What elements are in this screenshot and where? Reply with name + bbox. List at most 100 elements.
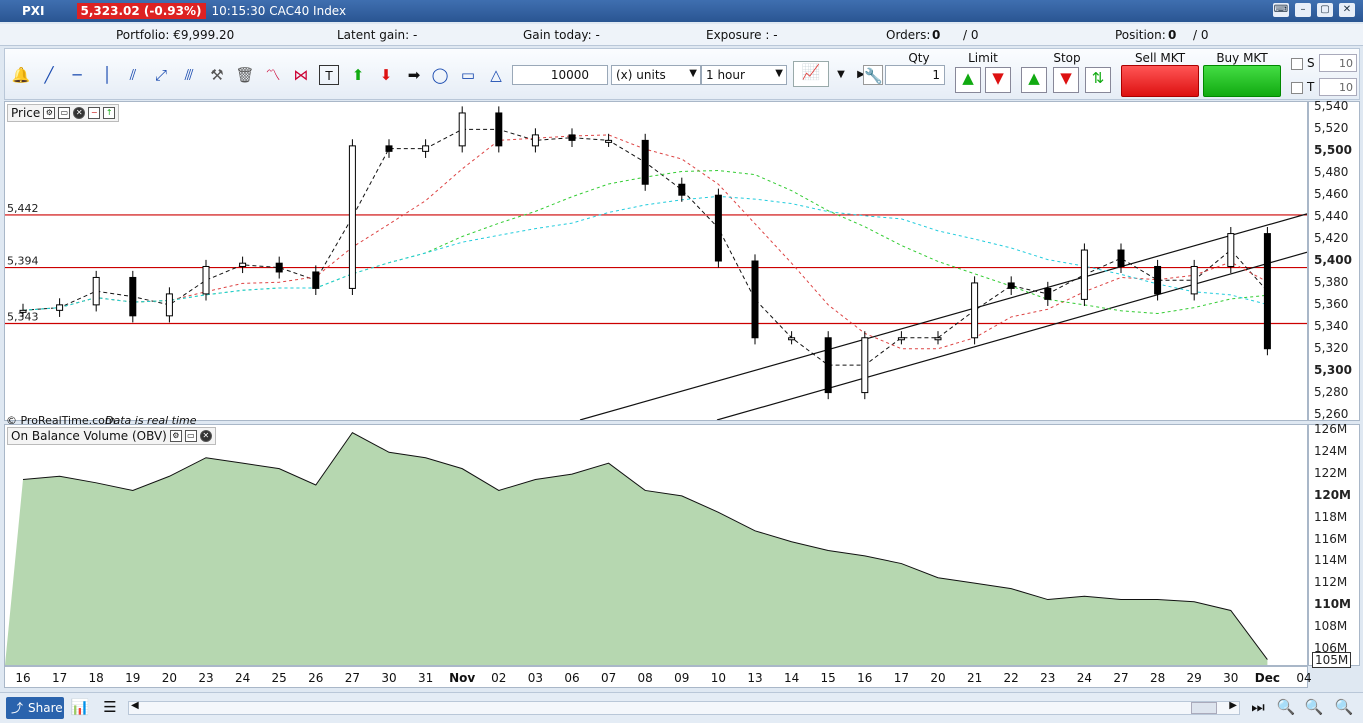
- fibonacci-icon[interactable]: ⫻: [179, 65, 199, 85]
- maximize-button[interactable]: ▢: [1317, 3, 1333, 17]
- sell-mkt-label: Sell MKT: [1134, 51, 1186, 65]
- text-tool-icon[interactable]: T: [319, 65, 339, 85]
- candle-body: [788, 337, 796, 341]
- zoom-in-icon[interactable]: 🔍: [1334, 697, 1354, 717]
- candle-body: [275, 262, 283, 273]
- obv-y-tick-label: 118M: [1314, 509, 1348, 524]
- obv-panel-title: On Balance Volume (OBV): [11, 429, 167, 443]
- sell-arrow-icon[interactable]: ⬇: [376, 65, 396, 85]
- window-icon[interactable]: ▭: [184, 430, 197, 442]
- share-icon: ⤴: [11, 701, 24, 715]
- candle-body: [934, 337, 942, 341]
- price-chart[interactable]: 5,4425,3945,343: [5, 102, 1307, 420]
- wrench-icon[interactable]: ⚙: [169, 430, 182, 442]
- alert-bell-icon[interactable]: 🔔: [11, 65, 31, 85]
- candle-body: [568, 134, 576, 141]
- chart-type-dropdown-icon[interactable]: ▼: [831, 65, 851, 85]
- stop-bracket-icon[interactable]: ⇅: [1085, 67, 1111, 93]
- buy-market-button[interactable]: [1203, 65, 1281, 97]
- stop-sell-icon[interactable]: ▼: [1053, 67, 1079, 93]
- scroll-right-icon[interactable]: ▶: [1229, 700, 1237, 711]
- candle-body: [751, 260, 759, 339]
- units-select[interactable]: (x) units ▼: [611, 65, 701, 85]
- window-icon[interactable]: ▭: [58, 107, 71, 119]
- candle-body: [1007, 282, 1015, 289]
- time-instrument-label: 10:15:30 CAC40 Index: [211, 4, 347, 18]
- minimize-button[interactable]: –: [1295, 3, 1311, 17]
- candle-body: [824, 337, 832, 394]
- trash-icon[interactable]: 🗑: [235, 65, 255, 85]
- wrench-icon[interactable]: 🔧: [863, 65, 883, 85]
- triangle-pattern-icon[interactable]: ⋈: [291, 65, 311, 85]
- s-input[interactable]: 10: [1319, 54, 1357, 72]
- limit-buy-icon[interactable]: ▲: [955, 67, 981, 93]
- sell-market-button[interactable]: [1121, 65, 1199, 97]
- tools-icon[interactable]: ⚒: [207, 65, 227, 85]
- price-badge: 5,323.02 (-0.93%): [76, 3, 206, 19]
- line-tool-icon[interactable]: ╱: [39, 65, 59, 85]
- price-y-tick-label: 5,420: [1314, 231, 1349, 246]
- qty-input[interactable]: 1: [885, 65, 945, 85]
- limit-sell-icon[interactable]: ▼: [985, 67, 1011, 93]
- scroll-left-icon[interactable]: ◀: [131, 700, 139, 711]
- obv-y-axis: 126M 124M 122M 120M 118M 116M 114M 112M 110M 108M…: [1308, 422, 1360, 668]
- obv-area: [5, 432, 1268, 665]
- chart-type-icon[interactable]: 📈: [793, 61, 829, 87]
- wrench-icon[interactable]: ⚙: [43, 107, 56, 119]
- share-button[interactable]: ⤴ Share: [6, 697, 64, 719]
- ellipse-icon[interactable]: ◯: [430, 65, 450, 85]
- list-icon[interactable]: ☰: [100, 697, 120, 717]
- x-tick-label: 23: [198, 671, 214, 685]
- candle-body: [897, 337, 905, 341]
- gain-today: Gain today: -: [523, 28, 600, 42]
- orders-extra[interactable]: / 0: [963, 28, 979, 42]
- close-button[interactable]: ✕: [1339, 3, 1355, 17]
- stop-buy-icon[interactable]: ▲: [1021, 67, 1047, 93]
- channel-icon[interactable]: ⫽: [123, 65, 143, 85]
- title-bar: PXI 5,323.02 (-0.93%) 10:15:30 CAC40 Ind…: [0, 0, 1363, 22]
- scroll-to-end-icon[interactable]: ⏭: [1248, 697, 1268, 717]
- candle-body: [385, 145, 393, 152]
- x-tick-label: 14: [783, 671, 800, 685]
- expand-icon[interactable]: ↑: [103, 107, 116, 119]
- obv-y-tick-label: 108M: [1314, 618, 1348, 633]
- s-checkbox[interactable]: [1291, 58, 1303, 70]
- position-extra[interactable]: / 0: [1193, 28, 1209, 42]
- indicator-add-icon[interactable]: 📊: [70, 697, 90, 717]
- close-icon[interactable]: ✕: [73, 107, 86, 119]
- rectangle-icon[interactable]: ▭: [458, 65, 478, 85]
- candle-body: [605, 139, 613, 143]
- x-tick-label: 08: [637, 671, 653, 685]
- zigzag-icon[interactable]: 〽: [263, 65, 283, 85]
- drawing-toolbar: 🔔 ╱ ─ │ ⫽ ⤢ ⫻ ⚒ 🗑 〽 ⋈ T ⬆ ⬇ ➡ ◯ ▭ △ 1000…: [4, 48, 1360, 100]
- keyboard-icon[interactable]: ⌨: [1273, 3, 1289, 17]
- collapse-icon[interactable]: −: [88, 107, 101, 119]
- t-input[interactable]: 10: [1319, 78, 1357, 96]
- buy-arrow-icon[interactable]: ⬆: [348, 65, 368, 85]
- horizontal-scrollbar[interactable]: ◀ ▶: [128, 700, 1240, 715]
- scroll-thumb[interactable]: [1191, 702, 1217, 714]
- t-checkbox[interactable]: [1291, 82, 1303, 94]
- obv-y-tick-label: 112M: [1314, 575, 1348, 590]
- close-icon[interactable]: ✕: [199, 430, 212, 442]
- candle-body: [458, 112, 466, 147]
- timeframe-select[interactable]: 1 hour ▼: [701, 65, 787, 85]
- candle-body: [422, 145, 430, 152]
- obv-chart[interactable]: [5, 425, 1307, 665]
- triangle-icon[interactable]: △: [486, 65, 506, 85]
- latent-gain: Latent gain: -: [337, 28, 418, 42]
- x-tick-label: 17: [893, 671, 910, 685]
- qty-label: Qty: [908, 51, 930, 65]
- horizontal-line-icon[interactable]: ─: [67, 65, 87, 85]
- vertical-line-icon[interactable]: │: [97, 65, 117, 85]
- obv-y-tick-label: 124M: [1314, 444, 1348, 459]
- right-arrow-icon[interactable]: ➡: [404, 65, 424, 85]
- price-y-tick-label: 5,540: [1314, 99, 1349, 114]
- zoom-auto-icon[interactable]: 🔍: [1276, 697, 1296, 717]
- x-tick-label: 15: [820, 671, 836, 685]
- quantity-stepper[interactable]: 10000: [512, 65, 608, 85]
- x-tick-label: Nov: [449, 671, 476, 685]
- zoom-out-icon[interactable]: 🔍: [1304, 697, 1324, 717]
- x-tick-label: 20: [161, 671, 178, 685]
- ray-icon[interactable]: ⤢: [151, 65, 171, 85]
